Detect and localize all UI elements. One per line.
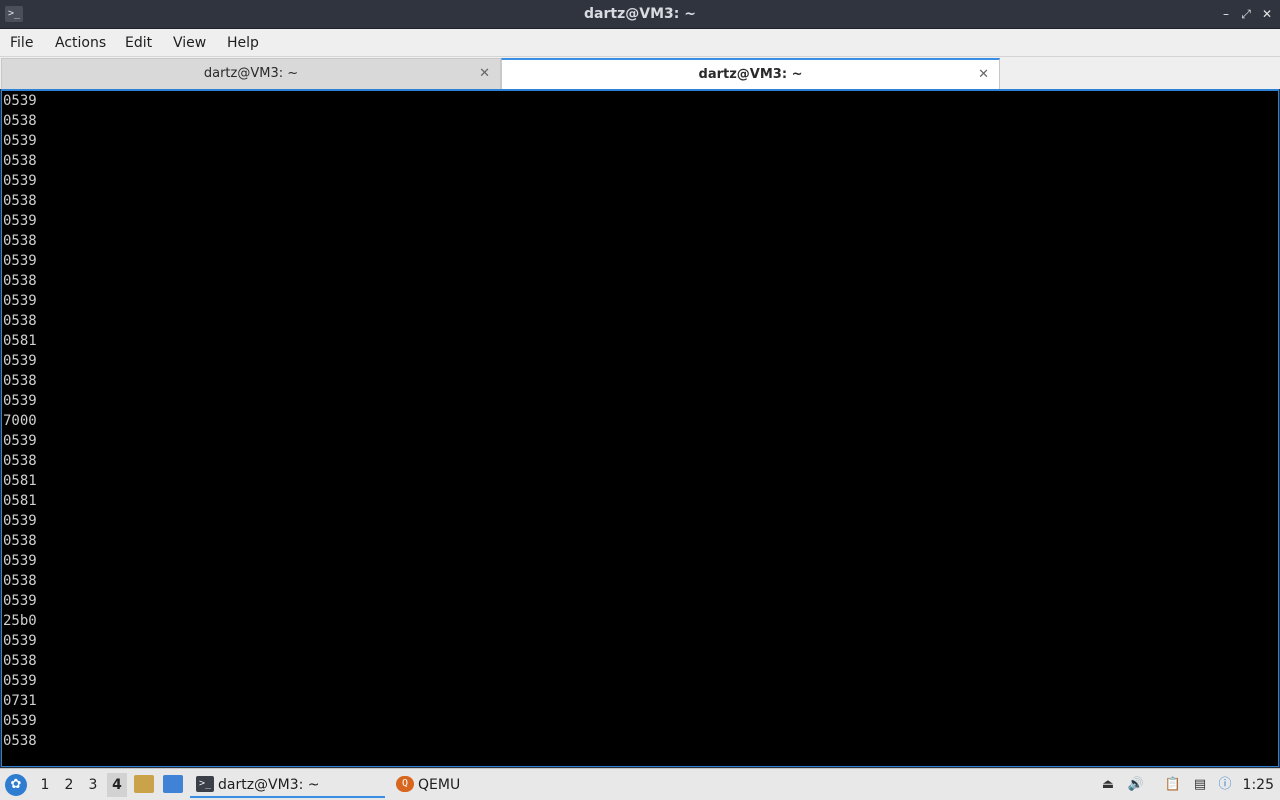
- terminal-line: 0538: [3, 453, 37, 469]
- notification-icon[interactable]: ⓘ: [1216, 776, 1234, 794]
- terminal-line: 0539: [3, 393, 37, 409]
- terminal-line: 0539: [3, 673, 37, 689]
- lxqt-start-icon[interactable]: ✿: [5, 774, 27, 796]
- terminal-line: 0538: [3, 233, 37, 249]
- terminal-line: 0538: [3, 733, 37, 749]
- terminal-line: 0539: [3, 293, 37, 309]
- menu-actions[interactable]: Actions: [55, 29, 106, 57]
- terminal-line: 0539: [3, 593, 37, 609]
- menu-help[interactable]: Help: [227, 29, 259, 57]
- terminal-line: 0539: [3, 133, 37, 149]
- tab-close-icon[interactable]: ✕: [978, 60, 989, 89]
- workspace-2[interactable]: 2: [59, 773, 79, 797]
- terminal-line: 0538: [3, 313, 37, 329]
- menu-edit[interactable]: Edit: [125, 29, 152, 57]
- terminal-line: 0538: [3, 153, 37, 169]
- minimize-icon[interactable]: –: [1218, 6, 1234, 22]
- task-label: QEMU: [418, 777, 461, 793]
- tab-2[interactable]: dartz@VM3: ~ ✕: [501, 58, 1000, 89]
- terminal-line: 0539: [3, 173, 37, 189]
- terminal-line: 0539: [3, 213, 37, 229]
- terminal-line: 0581: [3, 473, 37, 489]
- terminal-line: 0538: [3, 653, 37, 669]
- terminal-line: 0539: [3, 433, 37, 449]
- volume-icon[interactable]: 🔊: [1127, 776, 1145, 794]
- network-icon[interactable]: ▤: [1191, 776, 1209, 794]
- window-titlebar[interactable]: >_ dartz@VM3: ~ – ⤢ ✕: [0, 0, 1280, 29]
- terminal-line: 0538: [3, 273, 37, 289]
- workspace-4[interactable]: 4: [107, 773, 127, 797]
- tab-1[interactable]: dartz@VM3: ~ ✕: [1, 58, 501, 89]
- maximize-icon[interactable]: ⤢: [1238, 6, 1254, 22]
- terminal-line: 0581: [3, 493, 37, 509]
- task-qemu[interactable]: Q QEMU: [390, 772, 510, 798]
- tab-close-icon[interactable]: ✕: [479, 59, 490, 88]
- close-icon[interactable]: ✕: [1259, 6, 1275, 22]
- terminal-line: 0538: [3, 113, 37, 129]
- terminal-line: 25b0: [3, 613, 37, 629]
- menu-view[interactable]: View: [173, 29, 206, 57]
- desktop-icon[interactable]: [163, 775, 183, 793]
- terminal-line: 0539: [3, 353, 37, 369]
- taskbar: ✿ 1 2 3 4 >_ dartz@VM3: ~ Q QEMU ⏏ 🔊 📋 ▤…: [0, 768, 1280, 800]
- workspace-3[interactable]: 3: [83, 773, 103, 797]
- terminal-line: 0731: [3, 693, 37, 709]
- terminal-line: 0538: [3, 193, 37, 209]
- terminal-output[interactable]: 0539 0538 0539 0538 0539 0538 0539 0538 0539 0538…: [1, 89, 1279, 767]
- terminal-line: 0539: [3, 633, 37, 649]
- clipboard-icon[interactable]: 📋: [1164, 776, 1182, 794]
- menu-file[interactable]: File: [10, 29, 33, 57]
- terminal-line: 0539: [3, 253, 37, 269]
- terminal-line: 0538: [3, 533, 37, 549]
- terminal-line: 0538: [3, 573, 37, 589]
- clock[interactable]: 1:25: [1243, 769, 1274, 800]
- menubar: File Actions Edit View Help: [0, 29, 1280, 57]
- terminal-line: 0539: [3, 513, 37, 529]
- task-terminal[interactable]: >_ dartz@VM3: ~: [190, 772, 385, 798]
- eject-icon[interactable]: ⏏: [1099, 776, 1117, 794]
- terminal-line: 0539: [3, 713, 37, 729]
- terminal-line: 0539: [3, 553, 37, 569]
- file-manager-icon[interactable]: [134, 775, 154, 793]
- workspace-1[interactable]: 1: [35, 773, 55, 797]
- qemu-icon: Q: [396, 776, 414, 792]
- tab-label: dartz@VM3: ~: [203, 66, 299, 81]
- terminal-line: 0581: [3, 333, 37, 349]
- tab-bar: dartz@VM3: ~ ✕ dartz@VM3: ~ ✕: [0, 57, 1280, 89]
- terminal-icon: >_: [196, 776, 214, 792]
- window-title: dartz@VM3: ~: [584, 6, 696, 22]
- terminal-line: 0538: [3, 373, 37, 389]
- terminal-line: 0539: [3, 93, 37, 109]
- terminal-line: 7000: [3, 413, 37, 429]
- task-label: dartz@VM3: ~: [218, 777, 320, 793]
- tab-label: dartz@VM3: ~: [698, 67, 803, 82]
